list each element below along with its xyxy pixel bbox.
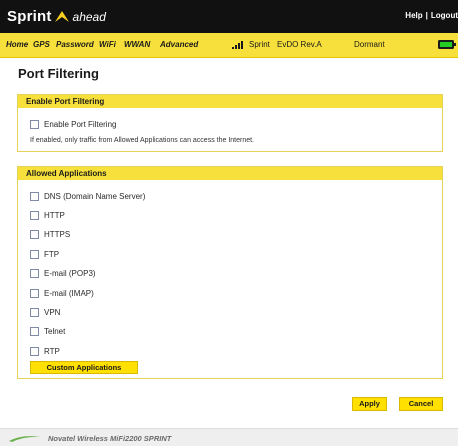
nav-gps[interactable]: GPS (33, 40, 50, 49)
app-row-imap: E-mail (IMAP) (30, 289, 94, 298)
enable-filtering-row: Enable Port Filtering (30, 120, 116, 129)
footer-bar: Novatel Wireless MiFi2200 SPRINT (0, 428, 458, 446)
enable-port-filtering-checkbox[interactable] (30, 120, 39, 129)
nav-wifi[interactable]: WiFi (99, 40, 116, 49)
telnet-label: Telnet (44, 327, 66, 336)
nav-wwan[interactable]: WWAN (124, 40, 150, 49)
dns-label: DNS (Domain Name Server) (44, 192, 146, 201)
allowed-applications-section: Allowed Applications DNS (Domain Name Se… (17, 166, 443, 379)
imap-label: E-mail (IMAP) (44, 289, 94, 298)
top-links: Help | Logout (405, 11, 458, 20)
app-row-ftp: FTP (30, 250, 59, 259)
page-title: Port Filtering (18, 66, 99, 81)
nav-home[interactable]: Home (6, 40, 28, 49)
sprint-swoosh-icon (54, 11, 69, 22)
custom-applications-button[interactable]: Custom Applications (30, 361, 138, 374)
https-label: HTTPS (44, 230, 71, 239)
http-checkbox[interactable] (30, 211, 39, 220)
top-header-bar: Sprint ahead Help | Logout (0, 0, 458, 33)
logout-link[interactable]: Logout (431, 11, 458, 20)
ftp-label: FTP (44, 250, 60, 259)
telnet-checkbox[interactable] (30, 327, 39, 336)
app-row-https: HTTPS (30, 230, 70, 239)
brand-tagline: ahead (72, 9, 106, 24)
carrier-name: Sprint (249, 40, 270, 49)
nav-advanced[interactable]: Advanced (160, 40, 198, 49)
app-row-pop3: E-mail (POP3) (30, 269, 96, 278)
novatel-swoosh-icon (9, 436, 41, 442)
app-row-vpn: VPN (30, 308, 60, 317)
vpn-label: VPN (44, 308, 61, 317)
cancel-button[interactable]: Cancel (399, 397, 443, 411)
nav-password[interactable]: Password (56, 40, 94, 49)
app-row-dns: DNS (Domain Name Server) (30, 192, 145, 201)
sprint-logo: Sprint ahead (7, 6, 106, 26)
dns-checkbox[interactable] (30, 192, 39, 201)
connection-status: Dormant (354, 40, 385, 49)
enable-filtering-hint: If enabled, only traffic from Allowed Ap… (30, 137, 254, 144)
rtp-label: RTP (44, 347, 60, 356)
pop3-checkbox[interactable] (30, 269, 39, 278)
battery-icon (438, 40, 456, 49)
app-row-telnet: Telnet (30, 327, 65, 336)
section-header-enable: Enable Port Filtering (18, 95, 442, 108)
https-checkbox[interactable] (30, 230, 39, 239)
apply-button[interactable]: Apply (352, 397, 387, 411)
network-type: EvDO Rev.A (277, 40, 322, 49)
signal-bars-icon (232, 41, 243, 49)
ftp-checkbox[interactable] (30, 250, 39, 259)
main-nav-bar: Home GPS Password WiFi WWAN Advanced Spr… (0, 33, 458, 58)
help-link[interactable]: Help (405, 11, 422, 20)
link-separator: | (425, 11, 428, 20)
pop3-label: E-mail (POP3) (44, 269, 96, 278)
vpn-checkbox[interactable] (30, 308, 39, 317)
imap-checkbox[interactable] (30, 289, 39, 298)
http-label: HTTP (44, 211, 65, 220)
app-row-http: HTTP (30, 211, 65, 220)
enable-port-filtering-label: Enable Port Filtering (44, 120, 117, 129)
footer-device-text: Novatel Wireless MiFi2200 SPRINT (48, 434, 172, 443)
section-header-allowed: Allowed Applications (18, 167, 442, 180)
router-admin-page: Sprint ahead Help | Logout Home GPS Pass… (0, 0, 458, 446)
brand-name: Sprint (7, 7, 52, 25)
enable-port-filtering-section: Enable Port Filtering Enable Port Filter… (17, 94, 443, 152)
rtp-checkbox[interactable] (30, 347, 39, 356)
app-row-rtp: RTP (30, 347, 60, 356)
